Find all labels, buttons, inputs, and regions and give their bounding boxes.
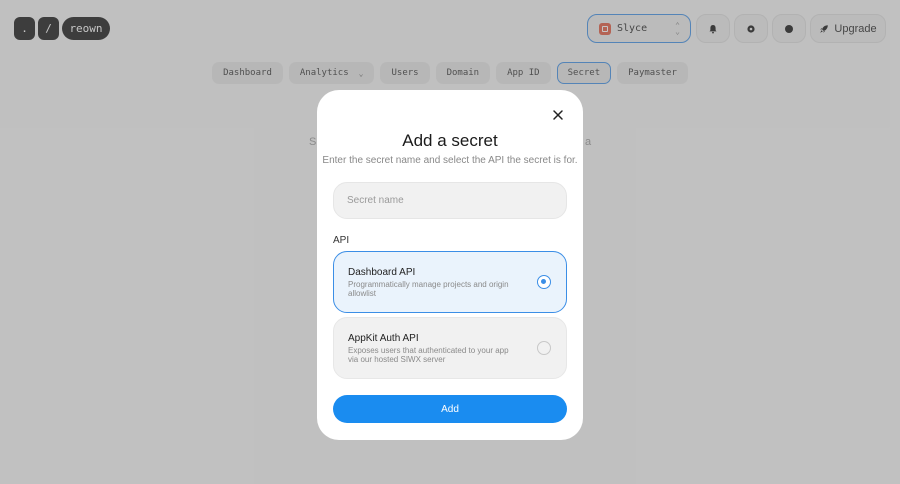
background-text-right: a [585,136,592,148]
option-title: Dashboard API [348,267,416,278]
radio-dashboard-api[interactable] [537,275,551,289]
option-description: Programmatically manage projects and ori… [348,280,509,298]
secret-name-input[interactable] [333,182,567,219]
option-description: Exposes users that authenticated to your… [348,346,509,364]
add-secret-dialog: Add a secret Enter the secret name and s… [317,90,583,440]
dialog-title: Add a secret [402,131,498,150]
add-button[interactable]: Add [333,395,567,423]
background-text-left: S [309,136,317,148]
radio-appkit-auth-api[interactable] [537,341,551,355]
option-dashboard-api[interactable]: Dashboard API Programmatically manage pr… [333,251,567,313]
option-title: AppKit Auth API [348,333,419,344]
option-appkit-auth-api[interactable]: AppKit Auth API Exposes users that authe… [333,317,567,379]
dialog-subtitle: Enter the secret name and select the API… [322,155,578,166]
close-icon[interactable] [551,108,565,122]
api-label: API [333,235,350,246]
